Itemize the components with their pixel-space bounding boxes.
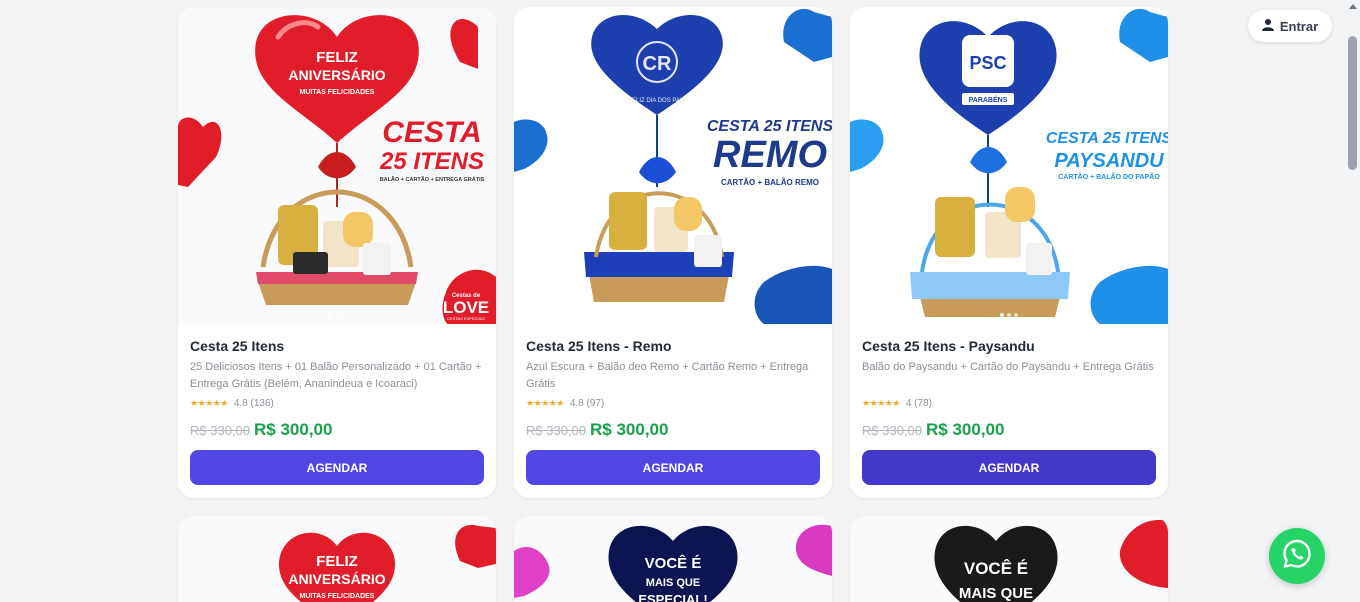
balloon-text: FELIZ DIA DOS PAIS — [628, 98, 685, 104]
caption: CARTÃO + BALÃO DO PAPÃO — [1058, 172, 1160, 181]
balloon-text: MAIS QUE — [959, 585, 1033, 602]
product-rating: ★★★★★ 4.8 (136) — [190, 398, 484, 409]
scrollbar[interactable] — [1346, 0, 1360, 602]
carousel-dot[interactable] — [1007, 313, 1011, 317]
headline: CESTA — [382, 116, 481, 149]
balloon-text: VOCÊ É — [645, 554, 702, 572]
balloon-text: ANIVERSÁRIO — [288, 67, 385, 83]
carousel-dot[interactable] — [1000, 313, 1004, 317]
balloon-text: VOCÊ É — [964, 559, 1028, 578]
product-image-cesta-paysandu[interactable]: PSC PARABÉNS CESTA 25 ITENS PAYSANDU CAR… — [850, 7, 1168, 324]
product-description: Azul Escura + Balão deo Remo + Cartão Re… — [526, 361, 809, 390]
star-icons: ★★★★★ — [862, 398, 900, 408]
product-grid: FELIZ ANIVERSÁRIO MUITAS FELICIDADES CES… — [178, 7, 1168, 602]
product-card[interactable]: VOCÊ É MAIS QUE ESPECIAL! — [514, 516, 832, 602]
product-card[interactable]: FELIZ ANIVERSÁRIO MUITAS FELICIDADES CES… — [178, 7, 496, 498]
product-image[interactable]: VOCÊ É MAIS QUE ESPECIAL! — [514, 516, 832, 602]
current-price: R$ 300,00 — [254, 420, 333, 439]
caption: BALÃO + CARTÃO + ENTREGA GRÁTIS — [380, 176, 485, 183]
star-icons: ★★★★★ — [190, 398, 228, 408]
product-description: 25 Deliciosos Itens + 01 Balão Personali… — [190, 361, 482, 390]
schedule-button[interactable]: AGENDAR — [190, 450, 484, 485]
product-image[interactable]: VOCÊ É MAIS QUE — [850, 516, 1168, 602]
balloon-text: FELIZ — [316, 553, 358, 570]
balloon-text: MAIS QUE — [646, 577, 700, 589]
carousel-dot[interactable] — [342, 313, 346, 317]
svg-text:PSC: PSC — [969, 53, 1006, 73]
carousel-dot[interactable] — [328, 313, 332, 317]
rating-value: 4 (78) — [905, 398, 932, 409]
product-item — [935, 197, 975, 257]
product-image-cesta-25-itens[interactable]: FELIZ ANIVERSÁRIO MUITAS FELICIDADES CES… — [178, 7, 496, 324]
scrollbar-thumb[interactable] — [1348, 36, 1357, 170]
product-rating: ★★★★★ 4 (78) — [862, 398, 1156, 409]
product-title[interactable]: Cesta 25 Itens - Remo — [526, 338, 820, 354]
logo-text: CESTAS ESPECIAIS — [447, 316, 485, 321]
headline: CESTA 25 ITENS — [707, 118, 832, 135]
whatsapp-icon — [1281, 538, 1313, 575]
balloon-text: FELIZ — [316, 49, 358, 66]
product-item — [609, 192, 647, 250]
product-rating: ★★★★★ 4.8 (97) — [526, 398, 820, 409]
balloon-text: PARABÉNS — [969, 95, 1008, 104]
svg-text:CR: CR — [643, 53, 672, 75]
product-card[interactable]: FELIZ ANIVERSÁRIO MUITAS FELICIDADES — [178, 516, 496, 602]
current-price: R$ 300,00 — [926, 420, 1005, 439]
old-price: R$ 330,00 — [190, 423, 250, 438]
product-card[interactable]: PSC PARABÉNS CESTA 25 ITENS PAYSANDU CAR… — [850, 7, 1168, 498]
caption: CARTÃO + BALÃO REMO — [721, 178, 819, 187]
product-prices: R$ 330,00 R$ 300,00 — [862, 420, 1156, 440]
old-price: R$ 330,00 — [862, 423, 922, 438]
schedule-button[interactable]: AGENDAR — [526, 450, 820, 485]
balloon-text: ANIVERSÁRIO — [288, 571, 385, 587]
basket — [258, 282, 416, 305]
carousel-dot[interactable] — [335, 313, 339, 317]
product-image-cesta-remo[interactable]: CR FELIZ DIA DOS PAIS CESTA 25 ITENS REM… — [514, 7, 832, 324]
schedule-button[interactable]: AGENDAR — [862, 450, 1156, 485]
login-label: Entrar — [1279, 18, 1319, 34]
product-card[interactable]: CR FELIZ DIA DOS PAIS CESTA 25 ITENS REM… — [514, 7, 832, 498]
scroll-up-icon[interactable] — [1349, 4, 1357, 9]
carousel-dots[interactable] — [1000, 313, 1018, 317]
whatsapp-button[interactable] — [1269, 528, 1325, 584]
headline: REMO — [713, 134, 827, 176]
product-image[interactable]: FELIZ ANIVERSÁRIO MUITAS FELICIDADES — [178, 516, 496, 602]
rating-value: 4.8 (97) — [569, 398, 605, 409]
product-description: Balão do Paysandu + Cartão do Paysandu +… — [862, 361, 1154, 373]
product-card[interactable]: VOCÊ É MAIS QUE — [850, 516, 1168, 602]
balloon-text: ESPECIAL! — [638, 592, 707, 602]
star-icons: ★★★★★ — [526, 398, 564, 408]
balloon-text: MUITAS FELICIDADES — [300, 593, 375, 600]
product-title[interactable]: Cesta 25 Itens — [190, 338, 484, 354]
user-icon — [1261, 18, 1274, 34]
product-title[interactable]: Cesta 25 Itens - Paysandu — [862, 338, 1156, 354]
current-price: R$ 300,00 — [590, 420, 669, 439]
carousel-dot[interactable] — [1014, 313, 1018, 317]
product-prices: R$ 330,00 R$ 300,00 — [190, 420, 484, 440]
basket — [920, 297, 1060, 317]
headline: 25 ITENS — [379, 148, 484, 175]
headline: CESTA 25 ITENS — [1046, 130, 1168, 147]
product-prices: R$ 330,00 R$ 300,00 — [526, 420, 820, 440]
headline: PAYSANDU — [1054, 150, 1164, 172]
login-button[interactable]: Entrar — [1248, 10, 1332, 42]
rating-value: 4.8 (136) — [233, 398, 274, 409]
carousel-dots[interactable] — [328, 313, 346, 317]
basket — [589, 275, 729, 302]
logo: LOVE — [443, 298, 489, 317]
balloon-text: MUITAS FELICIDADES — [300, 89, 375, 96]
old-price: R$ 330,00 — [526, 423, 586, 438]
